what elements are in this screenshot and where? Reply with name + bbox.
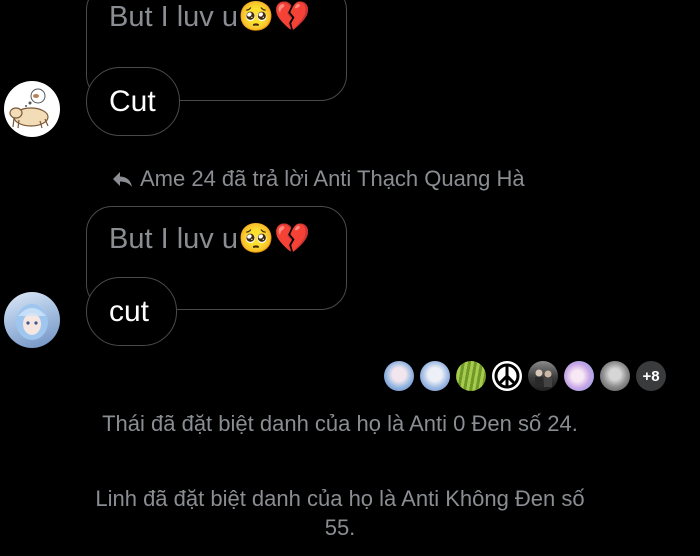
people-silhouette-icon [535, 369, 552, 387]
anime-girl-icon [16, 304, 48, 340]
reply-notice-text: Ame 24 đã trả lời Anti Thạch Quang Hà [140, 166, 525, 191]
peace-sign-icon [494, 363, 520, 389]
system-message: Thái đã đặt biệt danh của họ là Anti 0 Đ… [102, 411, 578, 436]
reply-quote-text: But I luv u [109, 223, 238, 255]
gray-photo-avatar[interactable] [600, 361, 630, 391]
sleeping-dog-avatar[interactable] [4, 81, 60, 137]
anime-avatar[interactable] [384, 361, 414, 391]
sleeping-dog-icon [9, 88, 49, 129]
seen-more-count[interactable]: +8 [636, 361, 666, 391]
reply-quote-text: But I luv u [109, 1, 238, 33]
message-bubble[interactable]: cut [86, 277, 177, 346]
reply-quote-emoji: 🥺💔 [237, 221, 311, 255]
seen-by-row[interactable]: +8 [384, 361, 666, 391]
reply-notice: Ame 24 đã trả lời Anti Thạch Quang Hà [112, 166, 525, 192]
pastel-anime-avatar[interactable] [564, 361, 594, 391]
anime-girl-avatar[interactable] [4, 292, 60, 348]
rice-field-avatar[interactable] [456, 361, 486, 391]
reply-arrow-icon [113, 172, 132, 187]
message-bubble[interactable]: Cut [86, 67, 180, 136]
message-text: cut [109, 294, 150, 328]
anime-avatar[interactable] [420, 361, 450, 391]
system-message: Linh đã đặt biệt danh của họ là Anti Khô… [95, 486, 585, 540]
message-text: Cut [109, 84, 156, 118]
group-photo-avatar[interactable] [528, 361, 558, 391]
reply-quote-emoji: 🥺💔 [237, 0, 311, 33]
peace-sign-avatar[interactable] [492, 361, 522, 391]
